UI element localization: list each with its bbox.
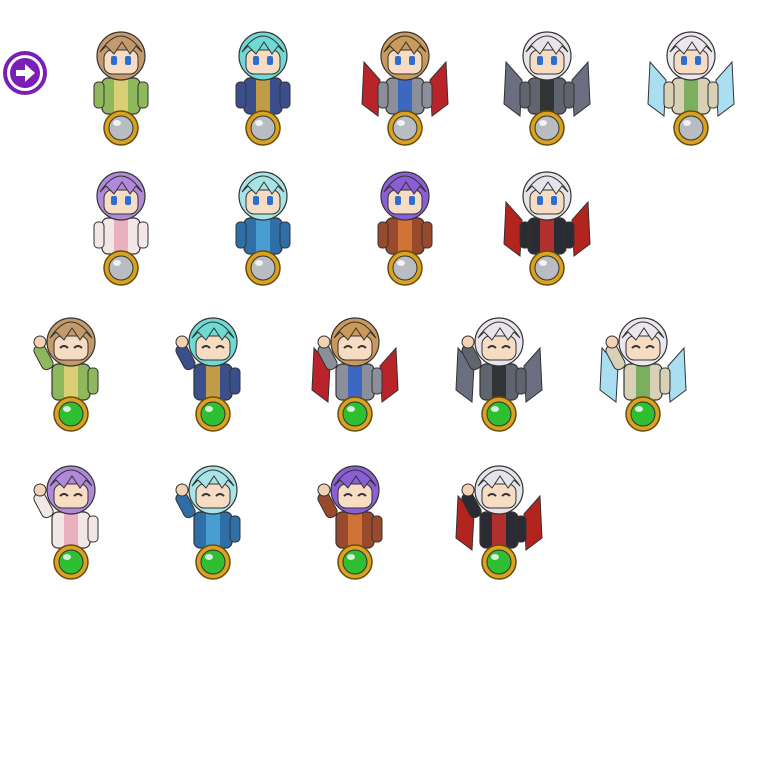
character-sprite-cyan-knight-front[interactable] xyxy=(218,12,308,152)
character-sprite-art xyxy=(361,31,449,146)
character-sprite-horned-demon-front[interactable] xyxy=(502,12,592,152)
character-sprite-art xyxy=(599,317,687,432)
character-sprite-art xyxy=(311,317,399,432)
character-sprite-silver-vampire-cheer[interactable] xyxy=(454,446,544,586)
character-sprite-art xyxy=(503,171,591,286)
character-sprite-art xyxy=(33,465,99,580)
character-sprite-art xyxy=(455,465,543,580)
character-sprite-art xyxy=(317,465,383,580)
next-page-button[interactable] xyxy=(2,50,48,96)
character-sprite-art xyxy=(33,317,99,432)
character-sprite-lilac-girl-cheer[interactable] xyxy=(26,446,116,586)
character-sprite-art xyxy=(93,171,149,286)
character-sprite-aqua-mage-front[interactable] xyxy=(218,152,308,292)
character-sprite-white-sage-front[interactable] xyxy=(646,12,736,152)
character-sprite-art xyxy=(235,31,291,146)
character-sprite-headband-warrior-cheer[interactable] xyxy=(310,298,400,438)
character-sprite-lilac-girl-front[interactable] xyxy=(76,152,166,292)
character-sprite-art xyxy=(503,31,591,146)
character-sprite-white-sage-cheer[interactable] xyxy=(598,298,688,438)
character-sprite-cyan-knight-cheer[interactable] xyxy=(168,298,258,438)
character-sprite-headband-warrior-front[interactable] xyxy=(360,12,450,152)
character-sprite-art xyxy=(235,171,291,286)
character-sprite-violet-fighter-front[interactable] xyxy=(360,152,450,292)
character-sprite-art xyxy=(175,317,241,432)
character-sprite-blonde-girl-cheer[interactable] xyxy=(26,298,116,438)
character-sprite-violet-fighter-cheer[interactable] xyxy=(310,446,400,586)
character-sprite-blonde-girl-front[interactable] xyxy=(76,12,166,152)
character-sprite-art xyxy=(377,171,433,286)
character-sprite-silver-vampire-front[interactable] xyxy=(502,152,592,292)
character-sprite-horned-demon-cheer[interactable] xyxy=(454,298,544,438)
character-sprite-art xyxy=(175,465,241,580)
character-sprite-art xyxy=(455,317,543,432)
character-sprite-art xyxy=(647,31,735,146)
arrow-right-circle-icon xyxy=(3,51,47,95)
character-sprite-aqua-mage-cheer[interactable] xyxy=(168,446,258,586)
character-sprite-art xyxy=(93,31,149,146)
